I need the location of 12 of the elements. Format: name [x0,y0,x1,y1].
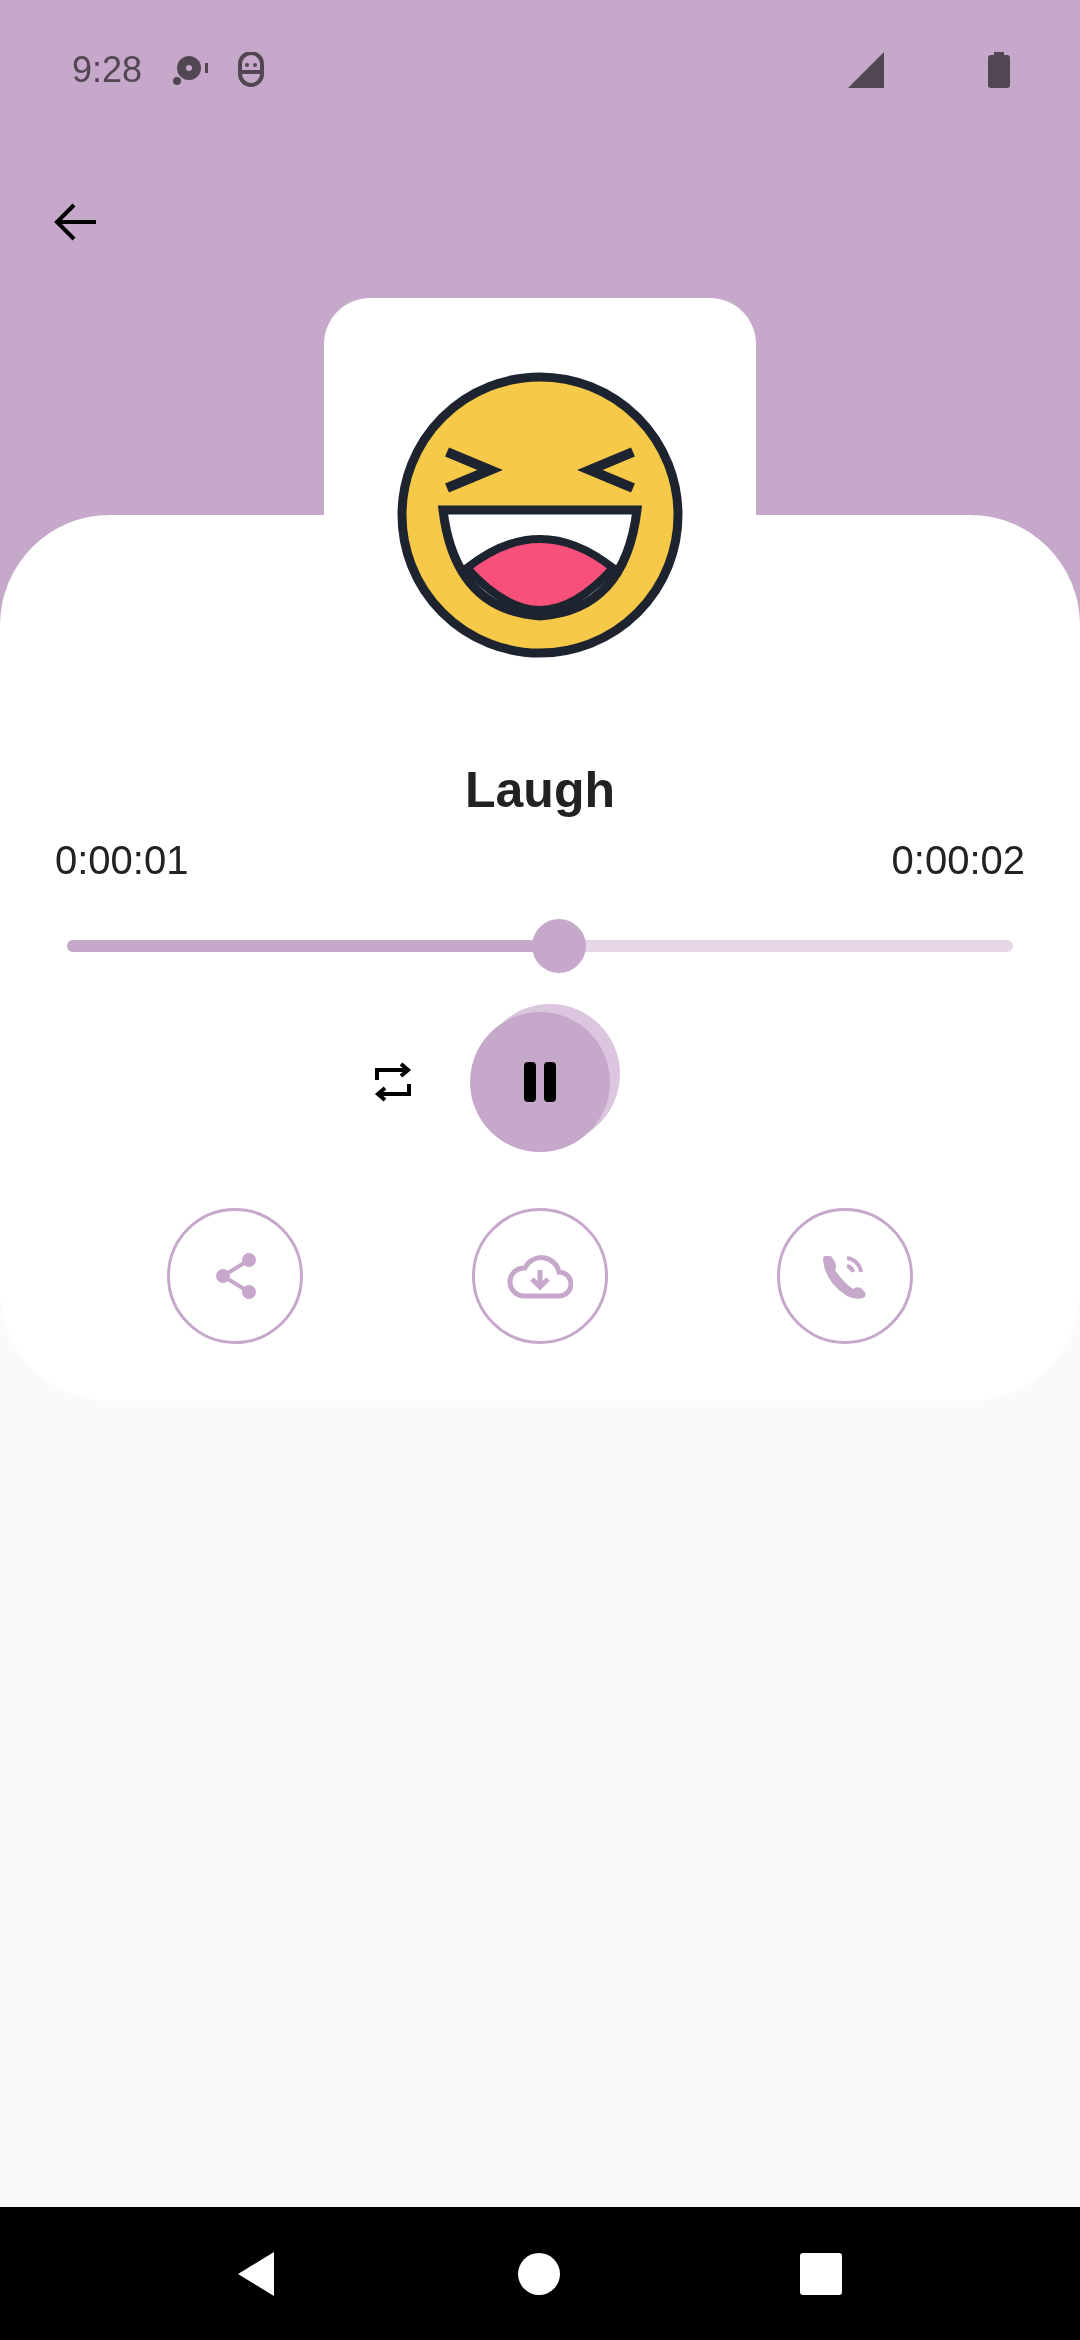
recents-nav-icon[interactable] [800,2252,842,2295]
android-icon [236,52,267,88]
status-time: 9:28 [72,49,143,91]
signal-icon [848,52,884,88]
battery-icon [988,52,1010,88]
duration-time: 0:00:02 [891,837,1025,884]
sound-title: Laugh [465,761,615,820]
elapsed-time: 0:00:01 [55,837,189,884]
slider-thumb[interactable] [531,919,586,973]
cloud-download-icon [507,1252,573,1300]
media-icon [172,53,211,87]
home-nav-icon[interactable] [517,2251,561,2296]
